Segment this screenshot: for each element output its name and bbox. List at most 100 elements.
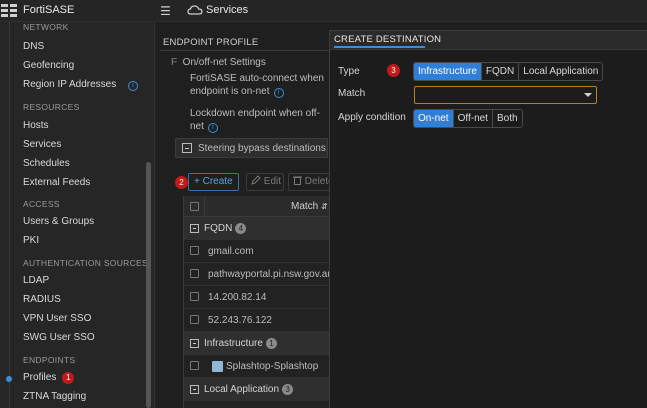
hamburger-icon[interactable]: ☰ <box>160 4 171 18</box>
group-count: 3 <box>282 384 294 395</box>
sidebar-item-radius[interactable]: RADIUS <box>23 294 61 305</box>
edit-icon <box>251 175 261 185</box>
auto-connect-label-line2: endpoint is on-net i <box>190 86 284 98</box>
sidebar-item-label: Region IP Addresses <box>23 79 117 90</box>
row-checkbox[interactable] <box>190 269 199 278</box>
onoff-section-label: F On/off-net Settings <box>171 57 266 68</box>
column-header-label: Match <box>291 201 319 212</box>
steering-text: Steering bypass destinations <box>198 143 326 154</box>
sidebar-item-ztna-tagging[interactable]: ZTNA Tagging <box>23 391 86 402</box>
delete-button[interactable]: Delete <box>288 173 330 191</box>
create-destination-panel: CREATE DESTINATION Type 3 Infrastructure… <box>329 30 647 408</box>
sidebar-item-geofencing[interactable]: Geofencing <box>23 60 74 71</box>
group-label: Infrastructure 1 <box>204 338 277 349</box>
sidebar-item-dns[interactable]: DNS <box>23 41 44 52</box>
edit-button[interactable]: Edit <box>246 173 284 191</box>
table-row[interactable]: gmail.com <box>184 240 331 263</box>
row-checkbox[interactable] <box>190 246 199 255</box>
table-row[interactable]: pathwayportal.pi.nsw.gov.au <box>184 263 333 286</box>
table-row[interactable]: 14.200.82.14 <box>184 286 331 309</box>
collapse-icon[interactable] <box>190 224 199 233</box>
sidebar-section-access: ACCESS <box>23 199 60 209</box>
match-label: Match <box>338 88 366 99</box>
row-value: pathwayportal.pi.nsw.gov.au <box>208 269 333 280</box>
sidebar-item-label: Profiles <box>23 372 57 383</box>
fortinet-logo-icon <box>1 4 17 17</box>
sidebar-item-vpn-user-sso[interactable]: VPN User SSO <box>23 313 91 324</box>
auto-connect-label: FortiSASE auto-connect when <box>190 73 324 84</box>
caret-down-icon <box>584 93 592 97</box>
column-header-match[interactable]: Match ⇵ <box>291 201 328 212</box>
sidebar-section-network: NETWORK <box>23 22 69 32</box>
row-value: 52.243.76.122 <box>208 315 272 326</box>
step-badge: 2 <box>175 176 188 189</box>
sidebar-item-swg-user-sso[interactable]: SWG User SSO <box>23 332 95 343</box>
type-option-infrastructure[interactable]: Infrastructure <box>414 63 482 80</box>
table-group-row[interactable]: Local Application 3 <box>184 378 331 401</box>
type-label: Type <box>338 66 360 77</box>
group-name: FQDN <box>204 223 233 234</box>
table-row[interactable]: Splashtop-Splashtop <box>184 355 331 378</box>
delete-label: Delete <box>304 176 329 187</box>
sidebar-item-region-ip[interactable]: Region IP Addresses <box>23 79 116 90</box>
row-value: gmail.com <box>208 246 254 257</box>
group-count: 1 <box>265 338 277 349</box>
apply-condition-label: Apply condition <box>338 112 406 123</box>
step-badge: 3 <box>387 64 400 77</box>
auto-connect-text: endpoint is on-net <box>190 86 270 97</box>
edit-label: Edit <box>263 176 282 187</box>
apply-option-off-net[interactable]: Off-net <box>453 110 493 127</box>
row-checkbox[interactable] <box>190 315 199 324</box>
create-button[interactable]: + Create <box>188 173 239 191</box>
info-icon[interactable]: i <box>128 81 138 91</box>
collapse-icon[interactable] <box>190 385 199 394</box>
type-option-fqdn[interactable]: FQDN <box>481 63 520 80</box>
apply-option-on-net[interactable]: On-net <box>414 110 454 127</box>
sidebar-item-ldap[interactable]: LDAP <box>23 275 49 286</box>
collapse-icon[interactable] <box>190 339 199 348</box>
sidebar-scrollbar[interactable] <box>146 162 151 408</box>
destinations-table: Match ⇵ FQDN 4 gmail.com pathwayportal.pi… <box>183 196 333 408</box>
collapse-icon[interactable] <box>182 143 192 153</box>
breadcrumb[interactable]: Services <box>206 4 248 16</box>
sidebar-item-services[interactable]: Services <box>23 139 61 150</box>
lockdown-label: Lockdown endpoint when off- <box>190 108 320 119</box>
sidebar-section-endpoints: ENDPOINTS <box>23 355 76 365</box>
row-checkbox[interactable] <box>190 292 199 301</box>
active-item-dot <box>6 376 12 382</box>
sidebar-item-pki[interactable]: PKI <box>23 235 39 246</box>
steering-label: Steering bypass destinationsi <box>198 143 340 155</box>
sidebar-item-schedules[interactable]: Schedules <box>23 158 70 169</box>
sidebar-section-auth: AUTHENTICATION SOURCES <box>23 258 148 268</box>
info-icon[interactable]: i <box>273 88 284 98</box>
divider <box>204 196 205 217</box>
panel-header: CREATE DESTINATION <box>330 31 647 50</box>
sidebar-item-profiles[interactable]: Profiles 1 <box>23 372 75 384</box>
sort-icon: ⇵ <box>321 202 328 211</box>
lockdown-label-line2: net i <box>190 121 218 133</box>
sidebar-item-hosts[interactable]: Hosts <box>23 120 49 131</box>
top-bar: FortiSASE ☰ Services <box>0 0 647 22</box>
row-checkbox[interactable] <box>190 361 199 370</box>
row-value: 14.200.82.14 <box>208 292 267 303</box>
sidebar-item-external-feeds[interactable]: External Feeds <box>23 177 90 188</box>
sidebar-tree-line <box>9 22 10 408</box>
select-all-checkbox[interactable] <box>190 202 199 211</box>
type-selector: Infrastructure FQDN Local Application <box>413 62 604 81</box>
splashtop-icon <box>212 361 223 372</box>
sidebar-item-users-groups[interactable]: Users & Groups <box>23 216 94 227</box>
table-group-row[interactable]: Infrastructure 1 <box>184 332 331 355</box>
title-underline <box>334 46 425 48</box>
table-row[interactable]: 52.243.76.122 <box>184 309 331 332</box>
type-option-local-application[interactable]: Local Application <box>519 63 603 80</box>
apply-condition-selector: On-net Off-net Both <box>413 109 523 128</box>
cloud-icon <box>187 5 203 15</box>
info-icon[interactable]: i <box>207 123 218 133</box>
trash-icon <box>293 176 302 185</box>
apply-option-both[interactable]: Both <box>492 110 522 127</box>
onoff-label: On/off-net Settings <box>182 57 266 68</box>
page-title: ENDPOINT PROFILE <box>163 37 259 48</box>
row-value: Splashtop-Splashtop <box>226 361 319 372</box>
match-select[interactable] <box>414 86 597 104</box>
table-group-row[interactable]: FQDN 4 <box>184 217 331 240</box>
